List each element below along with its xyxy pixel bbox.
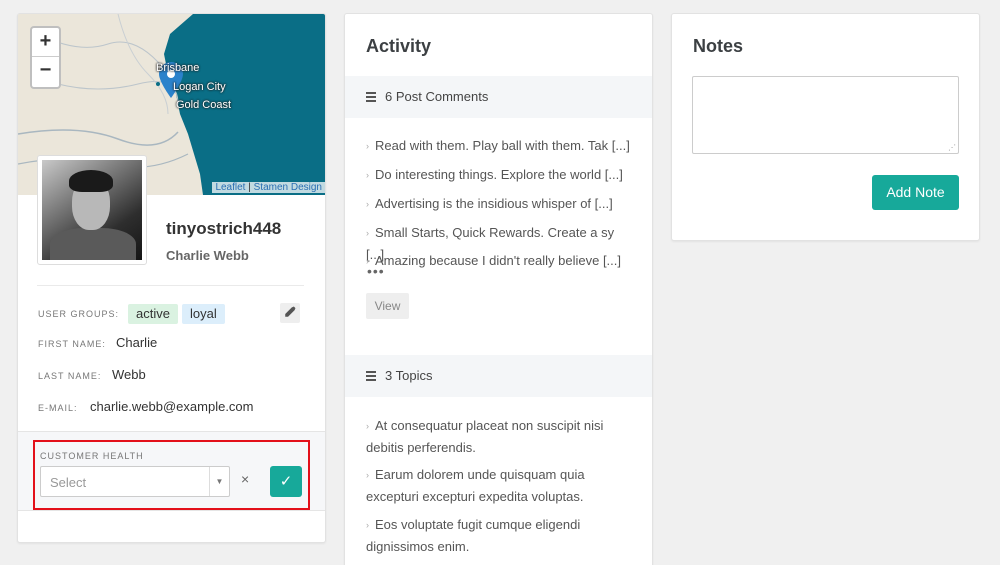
topics-section-header[interactable]: 3 Topics [345, 355, 652, 397]
list-item[interactable]: › Advertising is the insidious whisper of… [366, 193, 631, 215]
confirm-health-button[interactable]: ✓ [270, 466, 302, 497]
group-tag-active: active [128, 304, 178, 324]
username: tinyostrich448 [166, 219, 282, 238]
check-icon: ✓ [279, 473, 293, 490]
topics-header-label: 3 Topics [385, 368, 433, 383]
notes-card: Notes ⋰ Add Note [671, 13, 980, 241]
activity-title: Activity [366, 36, 432, 56]
add-note-button[interactable]: Add Note [872, 175, 959, 210]
map-label-brisbane: Brisbane [156, 62, 200, 74]
list-item[interactable]: › Amazing because I didn't really believe… [366, 250, 631, 272]
map-zoom-control: + − [30, 26, 61, 89]
topic-text: Eos voluptate fugit cumque eligendi dign… [366, 517, 581, 554]
list-item[interactable]: › Earum dolorem unde quisquam quia except… [366, 464, 631, 507]
zoom-in-button[interactable]: + [32, 28, 59, 57]
notes-textarea[interactable]: ⋰ [692, 76, 959, 154]
resize-grip-icon[interactable]: ⋰ [948, 143, 956, 152]
edit-groups-button[interactable] [280, 303, 300, 323]
last-name-label: LAST NAME: [38, 371, 102, 381]
map-label-gold-coast: Gold Coast [176, 99, 232, 111]
list-icon [366, 371, 376, 383]
first-name-label: FIRST NAME: [38, 339, 106, 349]
list-item[interactable]: › Do interesting things. Explore the worl… [366, 164, 631, 186]
customer-health-label: CUSTOMER HEALTH [40, 451, 144, 461]
avatar-photo [42, 160, 142, 260]
map-attribution: Leaflet | Stamen Design [212, 182, 325, 193]
list-item[interactable]: › Read with them. Play ball with them. Ta… [366, 135, 631, 157]
chevron-down-icon[interactable]: ▼ [209, 467, 229, 496]
customer-health-section: CUSTOMER HEALTH Select ▼ × ✓ [18, 431, 325, 511]
list-icon [366, 92, 376, 104]
user-groups-label: USER GROUPS: [38, 309, 120, 319]
notes-title: Notes [693, 36, 744, 56]
email-value: charlie.webb@example.com [90, 399, 254, 414]
comment-text: Do interesting things. Explore the world… [375, 167, 623, 182]
email-label: E-MAIL: [38, 403, 78, 413]
view-button[interactable]: View [366, 293, 409, 319]
customer-health-select[interactable]: Select ▼ [40, 466, 230, 497]
group-tag-loyal: loyal [182, 304, 225, 324]
customer-health-highlight: CUSTOMER HEALTH Select ▼ × ✓ [33, 440, 310, 510]
avatar [37, 155, 147, 265]
comments-section-header[interactable]: 6 Post Comments [345, 76, 652, 118]
activity-card: Activity 6 Post Comments › Read with them… [344, 13, 653, 565]
stamen-link[interactable]: Stamen Design [254, 182, 322, 193]
comment-text: Read with them. Play ball with them. Tak… [375, 138, 630, 153]
profile-card: Brisbane Logan City Gold Coast + − Leafl… [17, 13, 326, 543]
first-name-value: Charlie [116, 335, 158, 350]
list-item[interactable]: › At consequatur placeat non suscipit nis… [366, 415, 631, 458]
last-name-value: Webb [112, 367, 146, 382]
more-indicator: ••• [367, 263, 385, 279]
clear-icon[interactable]: × [241, 471, 249, 487]
zoom-out-button[interactable]: − [32, 57, 59, 86]
comments-header-label: 6 Post Comments [385, 89, 489, 104]
map-label-logan: Logan City [173, 81, 226, 93]
profile-divider [37, 285, 304, 286]
leaflet-link[interactable]: Leaflet [215, 182, 245, 193]
comment-text: Advertising is the insidious whisper of … [375, 196, 613, 211]
select-placeholder: Select [50, 475, 87, 490]
attribution-separator: | [245, 182, 254, 193]
pencil-icon [284, 306, 296, 317]
full-name: Charlie Webb [166, 248, 249, 263]
topic-text: At consequatur placeat non suscipit nisi… [366, 418, 604, 455]
list-item[interactable]: › Eos voluptate fugit cumque eligendi dig… [366, 514, 631, 557]
topic-text: Earum dolorem unde quisquam quia exceptu… [366, 467, 585, 504]
comment-text: Amazing because I didn't really believe … [375, 253, 622, 268]
